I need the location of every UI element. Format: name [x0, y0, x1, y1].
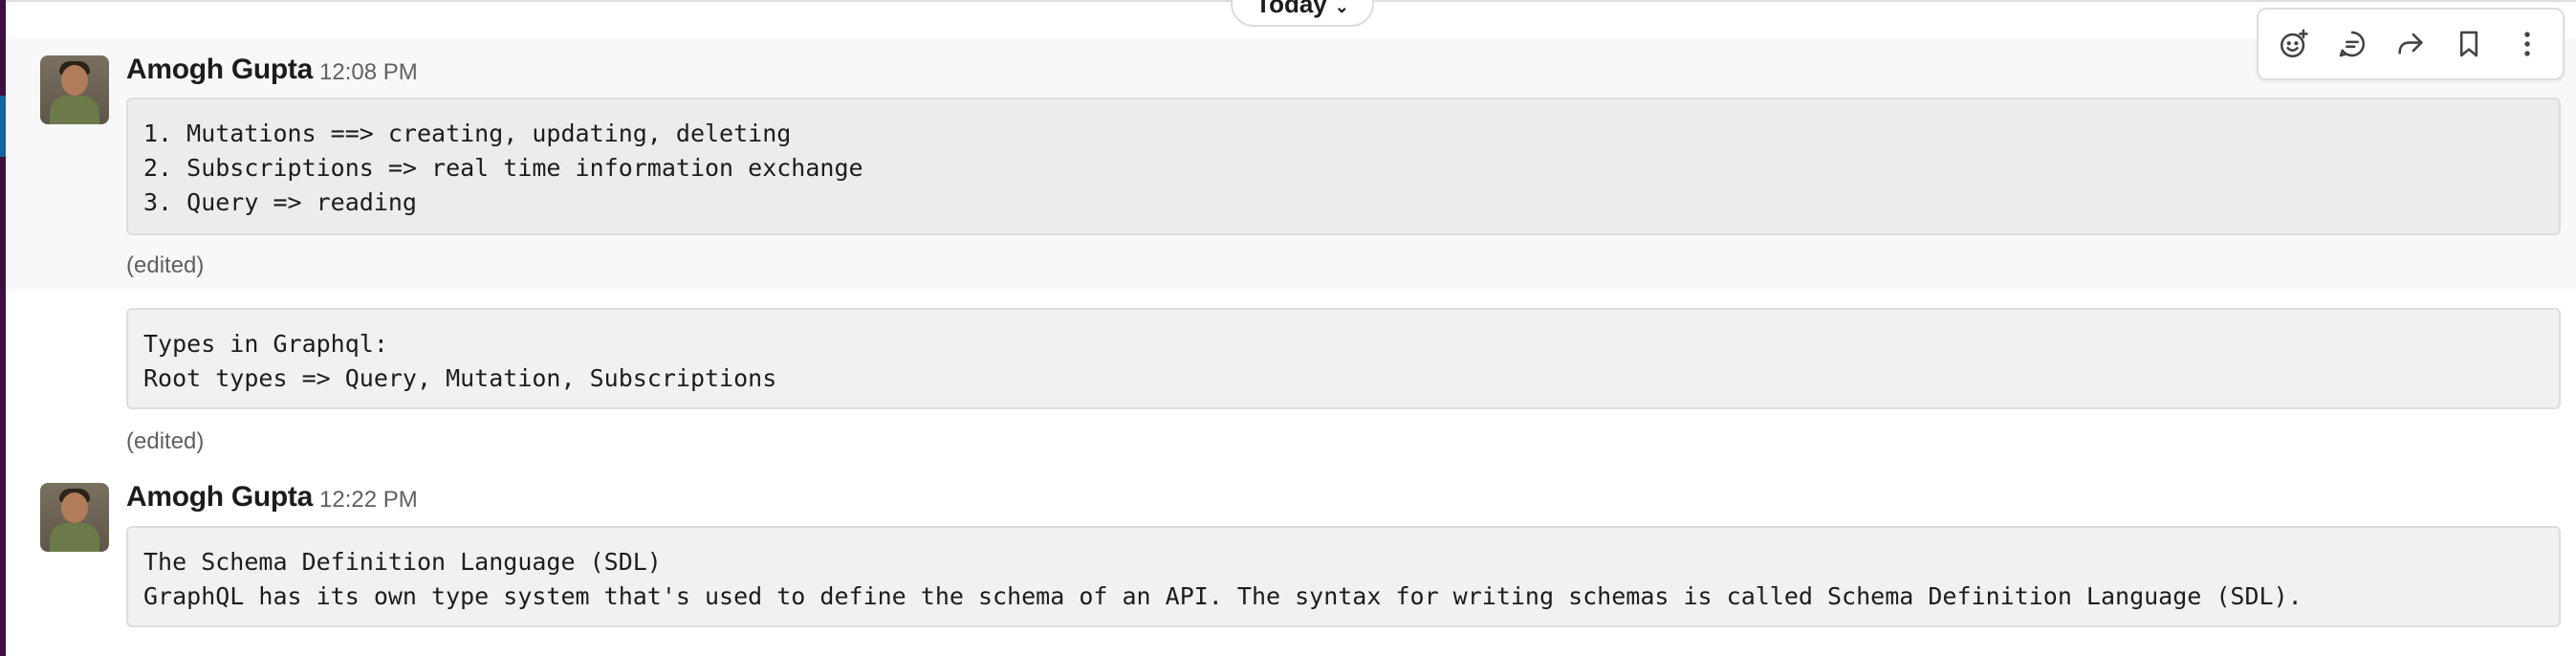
- reply-in-thread-icon: [2339, 31, 2365, 57]
- reply-in-thread-button[interactable]: [2325, 17, 2379, 71]
- save-for-later-button[interactable]: [2442, 17, 2496, 71]
- forward-message-button[interactable]: [2384, 17, 2437, 71]
- add-reaction-button[interactable]: [2267, 17, 2321, 71]
- more-actions-button[interactable]: [2500, 17, 2554, 71]
- message-author[interactable]: Amogh Gupta: [126, 54, 313, 86]
- code-block: The Schema Definition Language (SDL) Gra…: [126, 526, 2561, 627]
- code-block: Types in Graphql: Root types => Query, M…: [126, 308, 2561, 409]
- message-timestamp[interactable]: 12:22 PM: [319, 487, 418, 514]
- message-timestamp[interactable]: 12:08 PM: [319, 59, 418, 86]
- day-divider-button[interactable]: Today ⌄: [1231, 0, 1374, 27]
- day-divider-label: Today: [1255, 0, 1327, 18]
- save-for-later-icon: [2460, 31, 2478, 57]
- chevron-down-icon: ⌄: [1334, 0, 1349, 16]
- avatar[interactable]: [40, 55, 109, 124]
- code-block: 1. Mutations ==> creating, updating, del…: [126, 98, 2561, 235]
- message-actions-toolbar: [2257, 8, 2565, 80]
- edited-label: (edited): [126, 428, 205, 454]
- add-reaction-icon: [2280, 29, 2308, 58]
- edited-label: (edited): [126, 252, 205, 278]
- forward-message-icon: [2398, 33, 2423, 55]
- more-actions-icon: [2524, 32, 2531, 56]
- avatar[interactable]: [40, 483, 109, 552]
- message-author[interactable]: Amogh Gupta: [126, 481, 313, 514]
